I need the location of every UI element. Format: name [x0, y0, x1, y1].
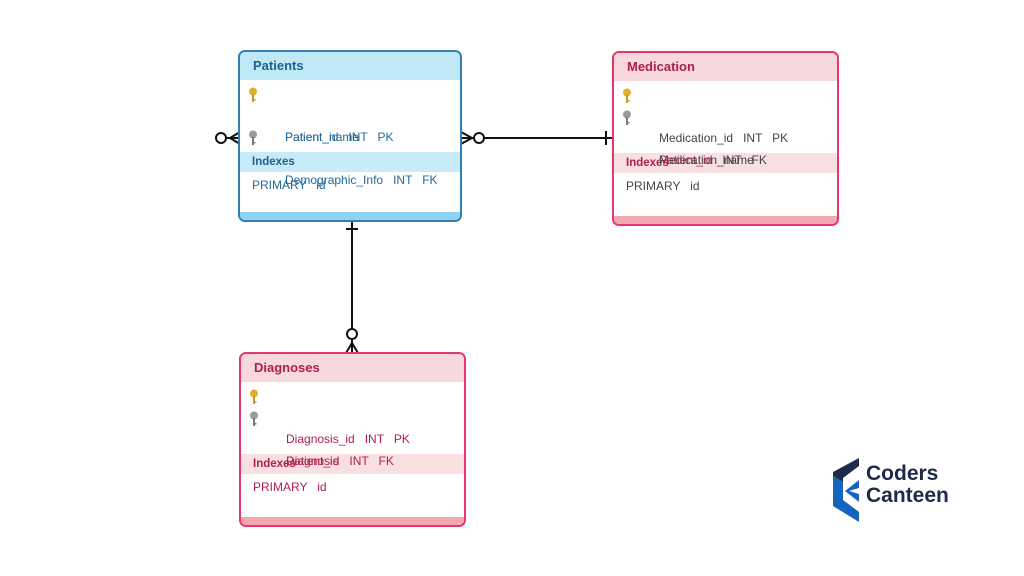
column-text: Demographic_Info INT FK	[285, 173, 438, 187]
logo-line1: Coders	[866, 462, 939, 485]
logo-line2: Canteen	[866, 484, 949, 507]
coders-canteen-logo: Coders Canteen	[833, 458, 963, 526]
primary-key-icon	[249, 87, 257, 102]
connector-patients-medication	[460, 131, 613, 145]
logo-text: Coders Canteen	[866, 463, 949, 507]
column-row[interactable]: Diagnosis	[241, 429, 464, 468]
column-row[interactable]: Diagnosis_id INT PK	[241, 386, 464, 446]
connector-patients-diagnoses	[345, 221, 359, 354]
table-patients[interactable]: Patients Patient_id INT PK Patient_name …	[238, 50, 462, 222]
foreign-key-icon	[250, 411, 258, 426]
table-title[interactable]: Medication	[614, 53, 837, 81]
table-diagnoses[interactable]: Diagnoses Diagnosis_id INT PK Patient_id…	[239, 352, 466, 527]
logo-mark-icon	[833, 458, 859, 522]
column-row[interactable]: Patient_id INT FK	[241, 408, 464, 468]
connector-patients-left	[215, 131, 241, 145]
table-footer	[241, 517, 464, 525]
column-row[interactable]: Medication_id INT PK	[614, 85, 837, 145]
table-medication[interactable]: Medication Medication_id INT PK Patient_…	[612, 51, 839, 226]
primary-key-icon	[250, 389, 258, 404]
table-title[interactable]: Patients	[240, 52, 460, 80]
column-text: Diagnosis	[286, 453, 339, 468]
foreign-key-icon	[623, 110, 631, 125]
table-title[interactable]: Diagnoses	[241, 354, 464, 382]
table-footer	[240, 212, 460, 220]
column-row[interactable]: Patient_id INT FK	[614, 107, 837, 167]
foreign-key-icon	[249, 130, 257, 145]
column-row[interactable]: Demographic_Info INT FK	[240, 127, 460, 187]
table-footer	[614, 216, 837, 224]
primary-key-icon	[623, 88, 631, 103]
column-text: Medication_name	[659, 152, 754, 167]
column-row[interactable]: Patient_name	[240, 106, 460, 144]
column-row[interactable]: Medication_name	[614, 128, 837, 167]
column-row[interactable]: Patient_id INT PK	[240, 84, 460, 144]
